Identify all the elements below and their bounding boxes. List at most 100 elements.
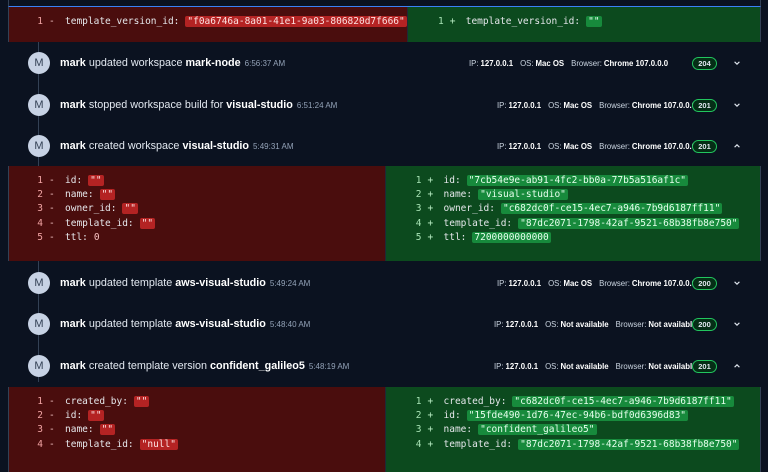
diff-value: "87dc2071-1798-42af-9521-68b38fb8e750" (518, 217, 740, 229)
status-badge: 201 (692, 140, 717, 153)
audit-summary: mark updated workspace mark-node 6:56:37 … (60, 57, 285, 69)
browser-value: Chrome 107.0.0.0 (631, 142, 697, 151)
diff-sign: - (49, 189, 55, 201)
diff-sign: - (49, 217, 55, 229)
ip-label: IP: (497, 101, 507, 110)
chevron-down-icon[interactable] (732, 58, 742, 68)
diff-value: "null" (139, 438, 178, 450)
line-number: 2 (415, 189, 422, 201)
diff-key: name: (443, 424, 473, 436)
diff-new-column: 1 + created_by: "c682dc0f-ce15-4ec7-a946-7b… (384, 387, 761, 472)
diff-sign: + (427, 410, 434, 422)
os-value: Mac OS (563, 142, 593, 151)
audit-log-row[interactable]: Mmark created workspace visual-studio 5:4… (8, 125, 761, 167)
chevron-down-icon[interactable] (732, 319, 742, 329)
browser-value: Not available (648, 320, 697, 329)
user-name: mark (60, 360, 86, 372)
diff-panel-workspace: 1- id: "" 2- name: "" 3- owner_id: "" 4- template_… (8, 166, 761, 261)
ip-label: IP: (494, 320, 504, 329)
resource-name[interactable]: aws-visual-studio (175, 277, 266, 289)
action-text: stopped workspace build for (88, 99, 224, 111)
user-name: mark (60, 277, 86, 289)
diff-panel-template-version-created: 1- created_by: "" 2- id: "" 3- name: "" 4- templat… (8, 387, 761, 472)
chevron-down-icon[interactable] (732, 278, 742, 288)
status-badge: 201 (692, 99, 717, 112)
line-number: 1 (37, 174, 43, 186)
diff-line: 3 + owner_id: "c682dc0f-ce15-4ec7-a946-7b9d… (386, 202, 761, 216)
diff-line: 5 + ttl: 7200000000000 (386, 231, 761, 245)
audit-log-row[interactable]: Mmark updated template aws-visual-studio… (8, 303, 761, 345)
diff-old-column: 1- template_version_id: "f0a6746a-8a01-41e… (9, 7, 407, 42)
ip-value: 127.0.0.1 (508, 142, 542, 151)
chevron-up-icon[interactable] (732, 361, 742, 371)
diff-line: 1 + id: "7cb54e9e-ab91-4fc2-bb0a-77b5a516af… (386, 173, 761, 187)
avatar: M (28, 355, 50, 377)
timestamp: 5:49:24 AM (269, 279, 311, 288)
diff-sign: + (427, 438, 434, 450)
diff-line: 2- name: "" (9, 187, 385, 201)
diff-key: id: (443, 410, 461, 422)
audit-log-row[interactable]: Mmark stopped workspace build for visual… (8, 84, 761, 126)
browser-label: Browser: (615, 320, 647, 329)
diff-value: 7200000000000 (472, 232, 551, 244)
diff-sign: + (449, 15, 456, 27)
action-text: created workspace (88, 140, 180, 152)
line-number: 5 (37, 232, 43, 244)
audit-summary: mark created template version confident_… (60, 360, 349, 372)
resource-name[interactable]: mark-node (185, 57, 240, 69)
diff-value: "" (99, 189, 116, 201)
diff-value: "" (586, 15, 602, 27)
diff-value: "f0a6746a-8a01-41e1-9a03-806820d7f666" (185, 15, 407, 27)
diff-value: "15fde490-1d76-47ec-94b6-bdf0d6396d83" (466, 410, 689, 422)
avatar: M (28, 313, 50, 335)
audit-log-row[interactable]: Mmark created template version confident… (8, 345, 761, 387)
diff-key: template_id: (65, 217, 134, 229)
os-value: Not available (560, 362, 609, 371)
diff-value: "" (133, 395, 150, 407)
line-number: 2 (37, 410, 43, 422)
timestamp: 5:49:31 AM (253, 142, 294, 151)
line-number: 1 (415, 395, 422, 407)
resource-name[interactable]: confident_galileo5 (210, 360, 305, 372)
diff-value: "87dc2071-1798-42af-9521-68b38fb8e750" (518, 438, 740, 450)
request-meta: IP: 127.0.0.1 OS: Not available Browser: Not … (494, 362, 704, 371)
diff-new-column: 1 + id: "7cb54e9e-ab91-4fc2-bb0a-77b5a516af… (384, 166, 761, 261)
diff-line: 2 + name: "visual-studio" (386, 187, 761, 201)
ip-label: IP: (494, 362, 504, 371)
line-number: 4 (415, 217, 422, 229)
audit-log-row[interactable]: Mmark updated template aws-visual-studio… (8, 262, 761, 304)
resource-name[interactable]: aws-visual-studio (175, 318, 266, 330)
line-number: 1 (37, 15, 43, 27)
diff-key: id: (443, 174, 461, 186)
ip-label: IP: (497, 279, 507, 288)
status-badge: 200 (692, 277, 717, 290)
os-value: Not available (560, 320, 609, 329)
diff-value: "" (99, 424, 116, 436)
resource-name[interactable]: visual-studio (182, 140, 249, 152)
line-number: 2 (37, 189, 43, 201)
diff-key: owner_id: (443, 203, 495, 215)
timestamp: 6:51:24 AM (296, 101, 338, 110)
request-meta: IP: 127.0.0.1 OS: Mac OS Browser: Chrome 107.… (497, 101, 703, 110)
line-number: 4 (415, 438, 422, 450)
action-text: updated workspace (88, 57, 183, 69)
diff-value: "visual-studio" (478, 189, 568, 201)
line-number: 4 (37, 438, 43, 450)
ip-label: IP: (497, 142, 507, 151)
diff-line: 1 + created_by: "c682dc0f-ce15-4ec7-a946-7b… (386, 394, 761, 408)
audit-log-row[interactable]: Mmark updated workspace mark-node 6:56:37… (8, 42, 761, 84)
browser-label: Browser: (571, 59, 602, 68)
resource-name[interactable]: visual-studio (226, 99, 293, 111)
timestamp: 6:56:37 AM (244, 59, 286, 68)
diff-key: ttl: (65, 232, 88, 244)
diff-key: name: (443, 189, 473, 201)
chevron-up-icon[interactable] (732, 141, 742, 151)
diff-sign: + (427, 424, 434, 436)
os-label: OS: (548, 279, 562, 288)
diff-value: "" (122, 203, 138, 215)
diff-panel-template-version: 1- template_version_id: "f0a6746a-8a01-41e… (8, 7, 761, 42)
diff-line: 3- owner_id: "" (9, 202, 385, 216)
diff-line: 4 + template_id: "87dc2071-1798-42af-9521-6… (386, 437, 761, 451)
chevron-down-icon[interactable] (732, 100, 742, 110)
diff-sign: + (427, 203, 434, 215)
